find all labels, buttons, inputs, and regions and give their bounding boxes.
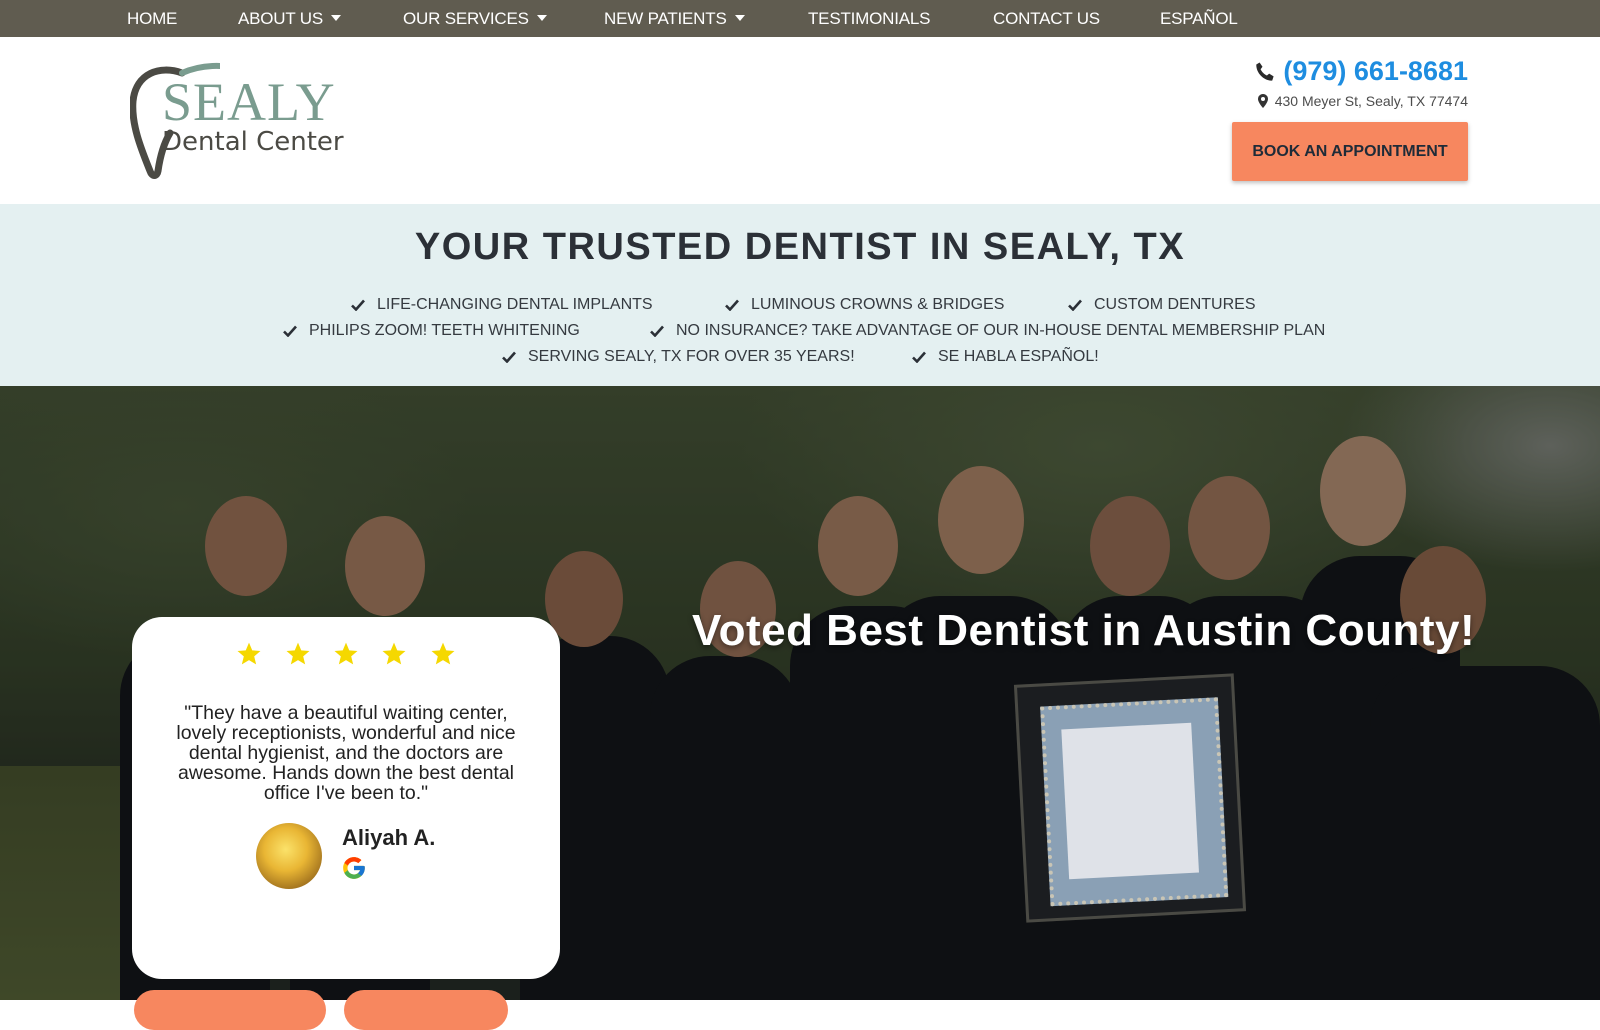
phone-number: (979) 661-8681 — [1283, 56, 1468, 86]
checkmark-icon — [912, 351, 926, 363]
star-icon — [382, 642, 406, 665]
logo-sealy-text: SEALY — [162, 72, 336, 132]
map-pin-icon — [1257, 94, 1268, 108]
benefit-item: SE HABLA ESPAÑOL! — [912, 348, 1099, 366]
benefit-item: LUMINOUS CROWNS & BRIDGES — [725, 296, 1004, 314]
star-icon — [237, 642, 261, 665]
nav-our-services-label: OUR SERVICES — [403, 9, 529, 28]
benefits-band: YOUR TRUSTED DENTIST IN SEALY, TX LIFE-C… — [0, 204, 1600, 386]
book-appointment-button[interactable]: BOOK AN APPOINTMENT — [1232, 122, 1468, 181]
nav-home-label: HOME — [127, 9, 178, 28]
benefit-item: PHILIPS ZOOM! TEETH WHITENING — [283, 322, 580, 340]
checkmark-icon — [351, 299, 365, 311]
checkmark-icon — [650, 325, 664, 337]
review-quote: "They have a beautiful waiting center, l… — [176, 702, 516, 804]
certificate-paper — [1061, 722, 1199, 880]
star-icon — [431, 642, 455, 665]
benefit-label: SE HABLA ESPAÑOL! — [938, 348, 1099, 365]
nav-new-patients[interactable]: NEW PATIENTS — [604, 0, 745, 37]
caret-down-icon — [331, 14, 341, 21]
benefit-label: LIFE-CHANGING DENTAL IMPLANTS — [377, 296, 653, 313]
top-navigation: HOME ABOUT US OUR SERVICES NEW PATIENTS … — [0, 0, 1600, 37]
nav-our-services[interactable]: OUR SERVICES — [403, 0, 547, 37]
reviewer-name: Aliyah A. — [342, 825, 436, 850]
star-icon — [334, 642, 358, 665]
benefit-label: NO INSURANCE? TAKE ADVANTAGE OF OUR IN-H… — [676, 322, 1326, 339]
rating-stars — [132, 641, 560, 672]
cta-pill-button[interactable] — [134, 990, 326, 1030]
checkmark-icon — [725, 299, 739, 311]
nav-espanol-label: ESPAÑOL — [1160, 9, 1238, 28]
checkmark-icon — [1068, 299, 1082, 311]
caret-down-icon — [536, 14, 547, 21]
benefit-label: CUSTOM DENTURES — [1094, 296, 1256, 313]
address: 430 Meyer St, Sealy, TX 77474 — [1257, 93, 1468, 109]
benefit-item: CUSTOM DENTURES — [1068, 296, 1256, 314]
benefit-item: NO INSURANCE? TAKE ADVANTAGE OF OUR IN-H… — [650, 322, 1325, 340]
google-icon — [343, 857, 365, 879]
award-certificate — [1013, 673, 1247, 923]
nav-testimonials[interactable]: TESTIMONIALS — [808, 0, 930, 37]
cta-pill-button[interactable] — [344, 990, 508, 1030]
nav-espanol[interactable]: ESPAÑOL — [1160, 0, 1238, 37]
benefit-label: LUMINOUS CROWNS & BRIDGES — [751, 296, 1005, 313]
hero-headline: Voted Best Dentist in Austin County! — [692, 606, 1476, 655]
nav-new-patients-label: NEW PATIENTS — [604, 9, 727, 28]
phone-icon — [1256, 62, 1274, 81]
logo[interactable]: SEALY Dental Center — [130, 61, 362, 181]
benefit-label: SERVING SEALY, TX FOR OVER 35 YEARS! — [528, 348, 855, 365]
star-icon — [286, 642, 310, 665]
nav-contact-us-label: CONTACT US — [993, 9, 1100, 28]
benefit-item: SERVING SEALY, TX FOR OVER 35 YEARS! — [502, 348, 855, 366]
checkmark-icon — [502, 351, 516, 363]
review-card: "They have a beautiful waiting center, l… — [132, 617, 560, 979]
caret-down-icon — [734, 14, 745, 21]
avatar — [256, 823, 322, 889]
page-title: YOUR TRUSTED DENTIST IN SEALY, TX — [414, 226, 1186, 268]
site-header: SEALY Dental Center (979) 661-8681 430 M… — [0, 37, 1600, 204]
nav-home[interactable]: HOME — [127, 0, 177, 37]
certificate-frame — [1040, 697, 1229, 907]
nav-about-us[interactable]: ABOUT US — [238, 0, 341, 37]
phone-link[interactable]: (979) 661-8681 — [1253, 56, 1468, 87]
benefit-item: LIFE-CHANGING DENTAL IMPLANTS — [351, 296, 653, 314]
nav-contact-us[interactable]: CONTACT US — [993, 0, 1100, 37]
nav-about-us-label: ABOUT US — [238, 9, 323, 28]
benefit-label: PHILIPS ZOOM! TEETH WHITENING — [309, 322, 580, 339]
checkmark-icon — [283, 325, 297, 337]
nav-testimonials-label: TESTIMONIALS — [808, 9, 931, 28]
logo-dental-center-text: Dental Center — [162, 127, 344, 157]
address-text: 430 Meyer St, Sealy, TX 77474 — [1274, 93, 1468, 109]
